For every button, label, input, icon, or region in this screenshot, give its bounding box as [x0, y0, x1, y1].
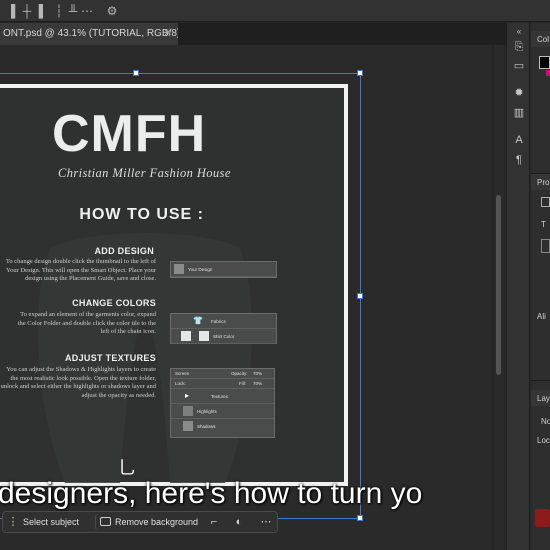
- design-layer-panel: Your Design: [170, 261, 277, 278]
- selection-edge-top: [0, 73, 360, 74]
- how-to-use-heading: HOW TO USE :: [79, 206, 204, 223]
- adjustment-icon[interactable]: ◐: [232, 515, 246, 529]
- document-tab[interactable]: ONT.psd @ 43.1% (TUTORIAL, RGB/8) ✕: [0, 23, 178, 45]
- transform-icon[interactable]: ⌐: [207, 515, 221, 529]
- colors-layer-panel: 👕 Fabrics Shirt Color: [170, 313, 277, 344]
- pointer-cursor-icon: ⺃: [118, 458, 136, 478]
- collapse-icon[interactable]: «: [511, 25, 527, 39]
- align-section-label: Ali: [537, 312, 546, 321]
- contextual-task-bar: ⋮ Select subject Remove background ⌐ ◐ ⋯: [2, 511, 278, 533]
- transform-handle-top-right[interactable]: [357, 70, 363, 76]
- brand-logo: CMFH: [52, 105, 207, 163]
- transform-handle-right[interactable]: [357, 293, 363, 299]
- align-top-icon[interactable]: ╨: [66, 4, 80, 18]
- close-tab-icon[interactable]: ✕: [164, 23, 172, 45]
- remove-background-label: Remove background: [115, 517, 199, 527]
- link-dimensions-icon[interactable]: [541, 239, 550, 253]
- blend-mode-dropdown[interactable]: No: [541, 417, 550, 426]
- comments-icon[interactable]: ▭: [511, 59, 527, 73]
- properties-panel-title: Pro: [537, 178, 550, 187]
- color-panel-title: Col: [537, 35, 550, 44]
- lock-row: Lock: Fill: 70%: [171, 379, 274, 389]
- layer-name: Fabrics: [211, 319, 226, 324]
- document-tab-bar: ONT.psd @ 43.1% (TUTORIAL, RGB/8) ✕: [0, 23, 506, 45]
- fill-value: 70%: [253, 381, 263, 386]
- lock-label: Lock:: [175, 381, 186, 386]
- more-options-icon[interactable]: ⋯: [80, 4, 94, 18]
- color-fill-thumbnail: [181, 331, 191, 341]
- photoshop-window: ▐ ┼ ▌ ┆ ╨ ⋯ ⚙ ONT.psd @ 43.1% (TUTORIAL,…: [0, 0, 550, 550]
- layer-row: Shirt Color: [171, 329, 276, 344]
- options-bar: ▐ ┼ ▌ ┆ ╨ ⋯ ⚙: [0, 0, 550, 22]
- layer-name: Textures: [211, 394, 229, 399]
- change-colors-body: To expand an element of the garments col…: [17, 311, 156, 335]
- blend-row: Screen Opacity: 70%: [171, 369, 274, 379]
- layer-name: Shirt Color: [213, 334, 235, 339]
- align-center-icon[interactable]: ┼: [20, 4, 34, 18]
- delete-layer-button[interactable]: [535, 509, 550, 527]
- layer-mask-thumbnail: [199, 331, 209, 341]
- add-design-body: To change design double click the thumbn…: [5, 258, 156, 282]
- align-right-icon[interactable]: ▌: [36, 4, 50, 18]
- history-icon[interactable]: ⎘: [511, 40, 527, 54]
- right-panel-dock: Col Pro T Ali Lay No Loc: [531, 23, 550, 550]
- document-tab-title: ONT.psd @ 43.1% (TUTORIAL, RGB/8): [3, 28, 178, 39]
- layer-name: Highlights: [197, 409, 217, 414]
- folder-icon: ▸: [185, 391, 190, 400]
- select-subject-button[interactable]: Select subject: [17, 514, 91, 530]
- layers-panel-title: Lay: [537, 394, 550, 403]
- layer-row: Highlights: [171, 404, 274, 419]
- tshirt-icon: 👕: [193, 316, 203, 325]
- layer-name: Shadows: [197, 424, 216, 429]
- layer-row: 👕 Fabrics: [171, 314, 276, 329]
- brush-settings-icon[interactable]: ✹: [511, 86, 527, 100]
- highlights-thumbnail: [183, 406, 193, 416]
- panel-separator: [531, 380, 550, 381]
- video-caption: designers, here's how to turn yo: [0, 477, 423, 510]
- align-left-icon[interactable]: ▐: [4, 4, 18, 18]
- vertical-scrollbar[interactable]: [494, 45, 504, 550]
- remove-background-button[interactable]: Remove background: [95, 514, 199, 530]
- paragraph-icon[interactable]: ¶: [511, 153, 527, 167]
- settings-gear-icon[interactable]: ⚙: [105, 4, 119, 18]
- transform-handle-bottom-right[interactable]: [357, 515, 363, 521]
- lock-label: Loc: [537, 436, 550, 445]
- layer-row: ▸ Textures: [171, 389, 274, 404]
- panel-icon-strip: « ⎘ ▭ ✹ ▥ A ¶: [506, 23, 530, 550]
- layer-kind-icon: [541, 197, 550, 207]
- smart-object-thumbnail: [174, 264, 184, 274]
- layer-row: Shadows: [171, 419, 274, 434]
- add-design-title: ADD DESIGN: [94, 246, 154, 256]
- scrollbar-thumb[interactable]: [496, 195, 501, 375]
- shadows-thumbnail: [183, 421, 193, 431]
- opacity-label: Opacity:: [231, 371, 248, 376]
- adjust-textures-title: ADJUST TEXTURES: [64, 353, 156, 363]
- levels-icon[interactable]: ▥: [511, 106, 527, 120]
- layer-name: Your Design: [188, 267, 213, 272]
- fill-label: Fill:: [239, 381, 246, 386]
- textures-layer-panel: Screen Opacity: 70% Lock: Fill: 70% ▸ Te…: [170, 368, 275, 438]
- brand-logo-subtitle: Christian Miller Fashion House: [58, 166, 231, 180]
- select-subject-label: Select subject: [23, 517, 80, 527]
- transform-section-label: T: [541, 220, 546, 229]
- change-colors-title: CHANGE COLORS: [72, 298, 156, 308]
- character-icon[interactable]: A: [511, 133, 527, 147]
- transform-handle-top[interactable]: [133, 70, 139, 76]
- blend-mode: Screen: [175, 371, 190, 376]
- adjust-textures-body: You can adjust the Shadows & Highlights …: [0, 366, 156, 399]
- foreground-color-swatch[interactable]: [539, 56, 550, 69]
- color-warning-icon: [546, 70, 550, 76]
- opacity-value: 70%: [253, 371, 263, 376]
- layer-row: Your Design: [171, 262, 276, 277]
- image-icon: [100, 517, 111, 526]
- distribute-icon[interactable]: ┆: [52, 4, 66, 18]
- more-icon[interactable]: ⋯: [259, 515, 273, 529]
